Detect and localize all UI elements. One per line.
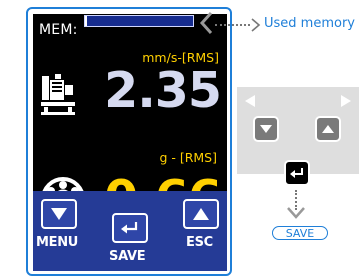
esc-softkey[interactable]	[183, 199, 219, 229]
used-memory-annotation: Used memory	[264, 16, 355, 31]
left-arrow-icon[interactable]	[244, 94, 256, 108]
menu-softkey-label: MENU	[36, 235, 79, 250]
memory-label: MEM:	[39, 22, 78, 38]
left-arrowhead-icon	[199, 11, 213, 35]
machine-icon	[41, 74, 75, 115]
memory-bar-fill	[85, 16, 88, 26]
acceleration-unit: g - [RMS]	[159, 150, 217, 165]
enter-icon	[121, 222, 138, 234]
down-key-icon	[260, 125, 272, 133]
save-softkey-label: SAVE	[109, 249, 146, 264]
enter-key-icon	[290, 168, 303, 178]
velocity-value: 2.35	[104, 62, 222, 119]
down-arrowhead-icon	[287, 207, 305, 219]
down-key[interactable]	[253, 116, 279, 142]
right-arrow-icon[interactable]	[340, 94, 352, 108]
up-key[interactable]	[315, 116, 341, 142]
save-softkey[interactable]	[112, 213, 148, 243]
device-screen: MEM: mm/s-[RMS] 2.35 g - [RMS] MENU SAVE…	[33, 14, 227, 271]
menu-softkey[interactable]	[41, 199, 77, 229]
memory-bar	[84, 15, 194, 27]
down-triangle-icon	[51, 208, 67, 220]
enter-key[interactable]	[284, 160, 310, 186]
softkey-bar: MENU SAVE ESC	[33, 191, 227, 271]
up-triangle-icon	[193, 208, 209, 220]
up-key-icon	[322, 125, 334, 133]
right-arrowhead-icon	[251, 18, 261, 32]
dotted-leader-line	[215, 24, 250, 26]
memory-row: MEM:	[39, 22, 78, 38]
device-frame: MEM: mm/s-[RMS] 2.35 g - [RMS] MENU SAVE…	[26, 7, 232, 276]
save-annotation: SAVE	[272, 226, 328, 240]
esc-softkey-label: ESC	[186, 235, 213, 250]
